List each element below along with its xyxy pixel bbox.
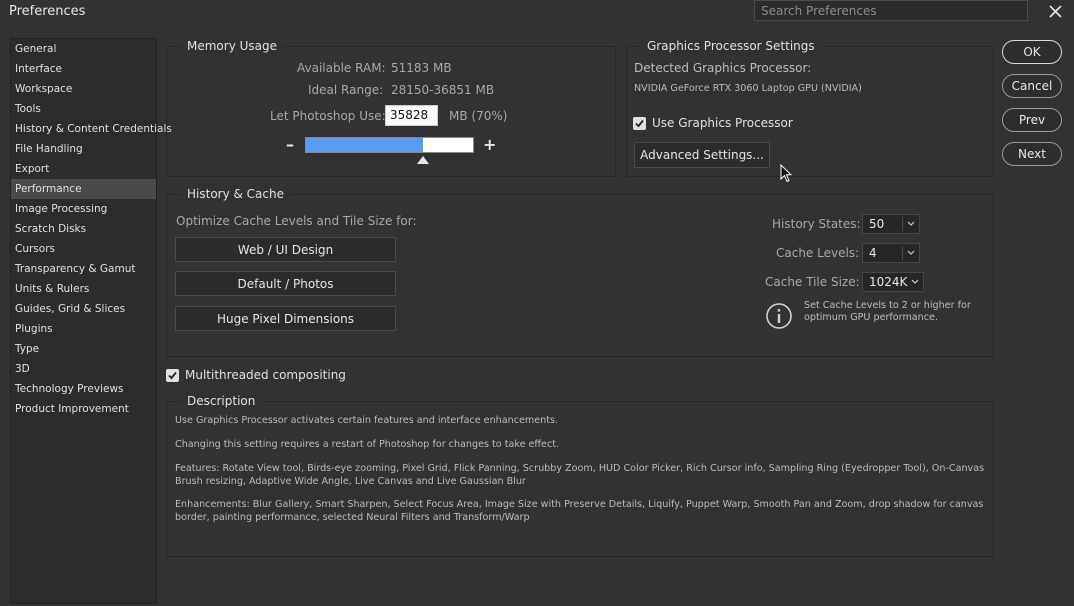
sidebar-item[interactable]: 3D [11,359,156,379]
cache-info-text: Set Cache Levels to 2 or higher for opti… [804,300,971,323]
cache-levels-label: Cache Levels: [776,246,860,260]
optimize-label: Optimize Cache Levels and Tile Size for: [176,214,417,228]
sidebar-item[interactable]: Export [11,159,156,179]
use-gpu-label: Use Graphics Processor [652,116,793,130]
sidebar-item[interactable]: History & Content Credentials [11,119,172,139]
prev-button[interactable]: Prev [1002,108,1062,132]
checkmark-icon [168,371,177,380]
detected-gpu-label: Detected Graphics Processor: [634,61,812,75]
chevron-down-icon [907,250,915,255]
sidebar-item[interactable]: Cursors [11,239,156,259]
sidebar-item[interactable]: Performance [11,179,156,199]
sidebar-item[interactable]: Product Improvement [11,399,156,419]
description-paragraph-4: Enhancements: Blur Gallery, Smart Sharpe… [175,499,984,523]
detected-gpu-value: NVIDIA GeForce RTX 3060 Laptop GPU (NVID… [634,83,862,94]
title-bar: Preferences Search Preferences [0,0,1074,24]
memory-usage-title: Memory Usage [181,39,284,53]
info-icon [765,302,793,334]
sidebar-item[interactable]: Scratch Disks [11,219,156,239]
window-title: Preferences [9,4,86,19]
multithreaded-checkbox[interactable] [166,369,179,382]
sidebar-item[interactable]: Type [11,339,156,359]
advanced-settings-button[interactable]: Advanced Settings... [634,142,770,168]
ideal-range-label: Ideal Range: [308,83,384,97]
sidebar-item[interactable]: Image Processing [11,199,156,219]
checkmark-icon [635,119,644,128]
sidebar-item[interactable]: Tools [11,99,156,119]
ram-slider-fill [306,138,423,152]
next-button[interactable]: Next [1002,142,1062,166]
sidebar-item[interactable]: File Handling [11,139,156,159]
decrease-ram-button[interactable]: – [286,135,294,154]
web-ui-design-button[interactable]: Web / UI Design [175,237,396,262]
huge-pixel-dimensions-button[interactable]: Huge Pixel Dimensions [175,306,396,331]
chevron-down-icon [911,279,919,284]
sidebar-item[interactable]: General [11,39,156,59]
ideal-range-value: 28150-36851 MB [391,83,495,97]
use-gpu-checkbox[interactable] [633,117,646,130]
ram-slider[interactable] [305,137,474,153]
cache-levels-value: 4 [869,246,877,260]
gpu-settings-title: Graphics Processor Settings [641,39,821,53]
select-divider [902,246,903,260]
description-paragraph-2: Changing this setting requires a restart… [175,439,560,450]
ram-allocation-unit: MB (70%) [449,109,508,123]
history-states-select[interactable]: 50 [862,214,920,234]
description-paragraph-3: Features: Rotate View tool, Birds-eye zo… [175,463,985,487]
available-ram-label: Available RAM: [297,61,386,75]
mouse-cursor-icon [780,163,794,188]
cache-tile-size-value: 1024K [869,275,908,289]
ok-button[interactable]: OK [1002,40,1062,64]
search-input[interactable]: Search Preferences [754,0,1028,21]
default-photos-button[interactable]: Default / Photos [175,271,396,296]
sidebar-item[interactable]: Transparency & Gamut [11,259,156,279]
description-title: Description [181,394,262,408]
multithreaded-label: Multithreaded compositing [185,368,346,382]
cache-levels-select[interactable]: 4 [862,243,920,263]
history-cache-title: History & Cache [181,187,290,201]
let-photoshop-use-label: Let Photoshop Use: [270,109,386,123]
sidebar-item[interactable]: Workspace [11,79,156,99]
select-divider [902,217,903,231]
history-states-value: 50 [869,217,885,231]
ram-allocation-input[interactable]: 35828 [385,105,438,126]
sidebar-list: General Interface Workspace Tools History & … [11,39,172,419]
description-paragraph-1: Use Graphics Processor activates certain… [175,415,559,426]
sidebar-item[interactable]: Interface [11,59,156,79]
ram-slider-thumb[interactable] [417,156,429,164]
sidebar-item[interactable]: Technology Previews [11,379,156,399]
cancel-button[interactable]: Cancel [1002,74,1062,98]
sidebar-item[interactable]: Units & Rulers [11,279,156,299]
cache-tile-size-label: Cache Tile Size: [765,275,860,289]
sidebar-item[interactable]: Plugins [11,319,156,339]
close-icon[interactable] [1046,2,1066,22]
sidebar: General Interface Workspace Tools History & … [10,38,172,604]
increase-ram-button[interactable]: + [483,135,496,154]
sidebar-item[interactable]: Guides, Grid & Slices [11,299,156,319]
history-states-label: History States: [772,217,861,231]
cache-tile-size-select[interactable]: 1024K [862,272,924,292]
available-ram-value: 51183 MB [391,61,452,75]
chevron-down-icon [907,221,915,226]
